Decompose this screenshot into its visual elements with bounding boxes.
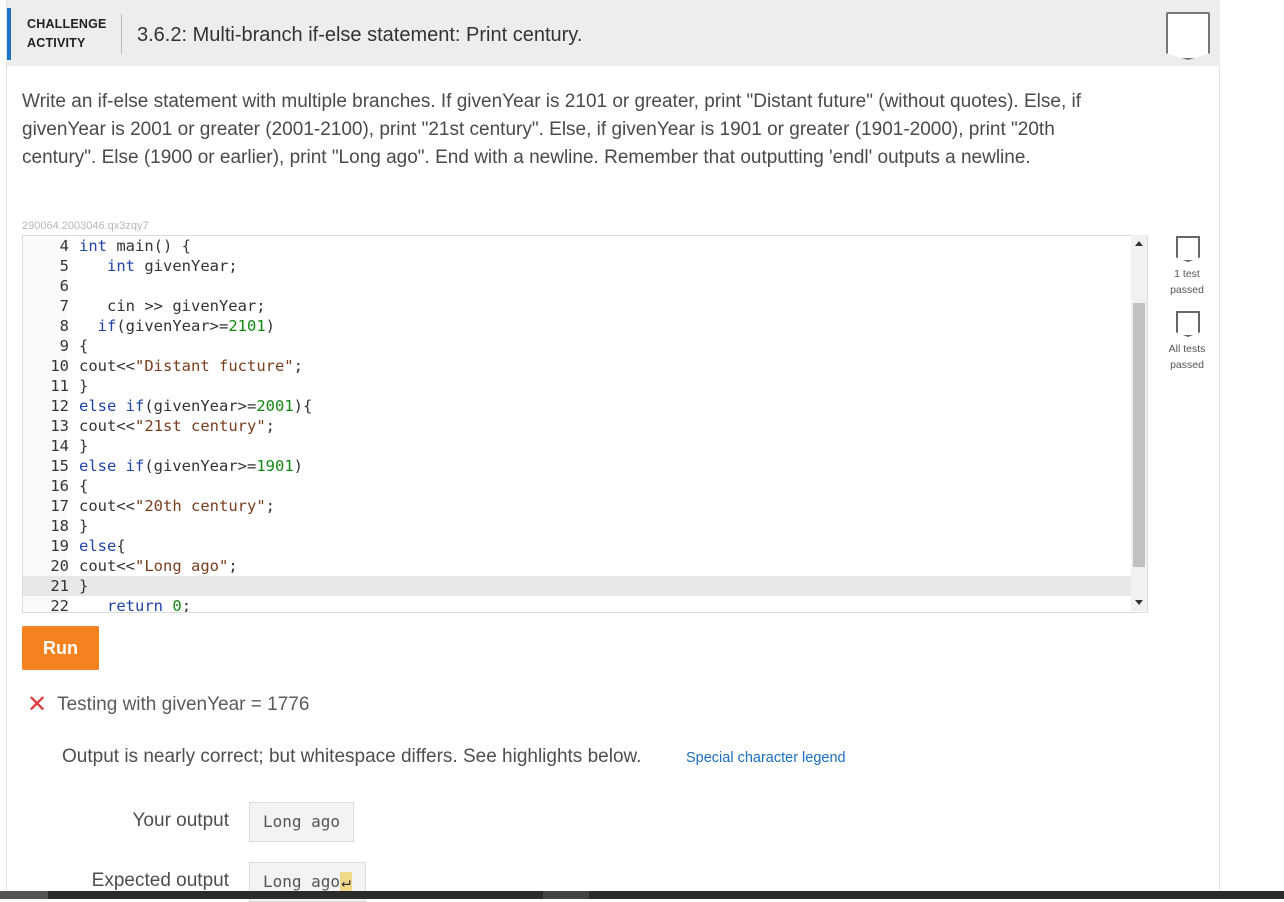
line-number: 7 bbox=[59, 297, 69, 315]
line-number: 15 bbox=[50, 457, 69, 475]
code-text[interactable]: else if(givenYear>=2001){ bbox=[79, 396, 312, 416]
code-text[interactable]: cout<<"21st century"; bbox=[79, 416, 275, 436]
line-number: 22 bbox=[50, 597, 69, 613]
code-line[interactable]: 7 cin >> givenYear; bbox=[23, 296, 1131, 316]
line-number: 4 bbox=[59, 237, 69, 255]
code-line[interactable]: 9{ bbox=[23, 336, 1131, 356]
code-line[interactable]: 10 cout<<"Distant fucture"; bbox=[23, 356, 1131, 376]
line-number: 10 bbox=[50, 357, 69, 375]
line-number: 14 bbox=[50, 437, 69, 455]
instructions-text: Write an if-else statement with multiple… bbox=[22, 91, 1081, 168]
editor-scrollbar[interactable] bbox=[1131, 235, 1147, 611]
test-result-text: Testing with givenYear = 1776 bbox=[57, 694, 310, 715]
code-text[interactable]: cout<<"20th century"; bbox=[79, 496, 275, 516]
line-number: 16 bbox=[50, 477, 69, 495]
code-text[interactable]: } bbox=[79, 376, 88, 396]
activity-type: CHALLENGE ACTIVITY bbox=[27, 15, 107, 53]
scroll-down-icon[interactable] bbox=[1135, 600, 1143, 605]
header-accent-bar bbox=[7, 8, 11, 60]
code-line[interactable]: 12 else if(givenYear>=2001){ bbox=[23, 396, 1131, 416]
x-icon: ✕ bbox=[27, 691, 48, 718]
taskbar bbox=[0, 891, 1284, 899]
code-line[interactable]: 17 cout<<"20th century"; bbox=[23, 496, 1131, 516]
line-number: 8 bbox=[59, 317, 69, 335]
completion-badge-icon bbox=[1166, 12, 1210, 60]
taskbar-item[interactable] bbox=[0, 891, 48, 899]
feedback-text: Output is nearly correct; but whitespace… bbox=[62, 746, 642, 767]
code-text[interactable]: { bbox=[79, 476, 88, 496]
activity-header: CHALLENGE ACTIVITY 3.6.2: Multi-branch i… bbox=[7, 0, 1220, 66]
line-number: 20 bbox=[50, 557, 69, 575]
code-text[interactable]: else if(givenYear>=1901) bbox=[79, 456, 303, 476]
code-line[interactable]: 21} bbox=[23, 576, 1131, 596]
code-id: 290064.2003046.qx3zqy7 bbox=[22, 220, 149, 232]
line-number: 19 bbox=[50, 537, 69, 555]
activity-title: 3.6.2: Multi-branch if-else statement: P… bbox=[137, 24, 583, 46]
code-text[interactable]: { bbox=[79, 336, 88, 356]
line-number: 13 bbox=[50, 417, 69, 435]
special-character-legend-link[interactable]: Special character legend bbox=[686, 750, 846, 766]
challenge-card: CHALLENGE ACTIVITY 3.6.2: Multi-branch i… bbox=[6, 0, 1220, 902]
code-line[interactable]: 20 cout<<"Long ago"; bbox=[23, 556, 1131, 576]
line-number: 12 bbox=[50, 397, 69, 415]
code-line[interactable]: 19 else{ bbox=[23, 536, 1131, 556]
code-line[interactable]: 13 cout<<"21st century"; bbox=[23, 416, 1131, 436]
scrollbar-thumb[interactable] bbox=[1133, 303, 1145, 567]
code-line[interactable]: 15 else if(givenYear>=1901) bbox=[23, 456, 1131, 476]
code-line[interactable]: 5 int givenYear; bbox=[23, 256, 1131, 276]
code-text[interactable]: } bbox=[79, 516, 88, 536]
all-tests-badge-icon bbox=[1176, 311, 1200, 337]
scroll-up-icon[interactable] bbox=[1135, 241, 1143, 246]
code-text[interactable]: else{ bbox=[79, 536, 126, 556]
line-number: 5 bbox=[59, 257, 69, 275]
test1-label: 1 test passed bbox=[1170, 268, 1204, 296]
code-text[interactable]: int main() { bbox=[79, 236, 191, 256]
your-output-value: Long ago bbox=[263, 812, 341, 831]
code-text[interactable]: cout<<"Distant fucture"; bbox=[79, 356, 303, 376]
expected-output-label: Expected output bbox=[91, 870, 229, 891]
activity-type-line2: ACTIVITY bbox=[27, 36, 86, 50]
code-line[interactable]: 11} bbox=[23, 376, 1131, 396]
test2-label: All tests passed bbox=[1168, 343, 1206, 371]
code-text[interactable]: cout<<"Long ago"; bbox=[79, 556, 238, 576]
line-number: 17 bbox=[50, 497, 69, 515]
your-output-label: Your output bbox=[132, 810, 230, 831]
code-text[interactable]: } bbox=[79, 576, 88, 596]
test-result: ✕ Testing with givenYear = 1776 bbox=[27, 690, 309, 719]
activity-type-line1: CHALLENGE bbox=[27, 17, 107, 31]
code-text[interactable]: int givenYear; bbox=[79, 256, 238, 276]
line-number: 21 bbox=[50, 577, 69, 595]
line-number: 9 bbox=[59, 337, 69, 355]
code-line[interactable]: 14} bbox=[23, 436, 1131, 456]
code-text[interactable]: } bbox=[79, 436, 88, 456]
line-number: 18 bbox=[50, 517, 69, 535]
line-number: 11 bbox=[50, 377, 69, 395]
code-text[interactable]: return 0; bbox=[79, 596, 191, 612]
code-line[interactable]: 16 { bbox=[23, 476, 1131, 496]
line-number: 6 bbox=[59, 277, 69, 295]
code-line[interactable]: 18} bbox=[23, 516, 1131, 536]
test-badge-icon bbox=[1176, 236, 1200, 262]
code-line[interactable]: 8 if(givenYear>=2101) bbox=[23, 316, 1131, 336]
expected-output-value: Long ago bbox=[263, 872, 341, 891]
code-line[interactable]: 6 bbox=[23, 276, 1131, 296]
newline-icon: ↵ bbox=[340, 872, 352, 891]
header-separator bbox=[121, 14, 122, 54]
taskbar-item[interactable] bbox=[543, 891, 589, 899]
run-button[interactable]: Run bbox=[22, 626, 99, 670]
code-line[interactable]: 4 int main() { bbox=[23, 236, 1131, 256]
code-text[interactable]: cin >> givenYear; bbox=[79, 296, 266, 316]
code-line[interactable]: 22 return 0; bbox=[23, 596, 1131, 613]
code-editor[interactable]: 4 int main() {5 int givenYear; 6 7 cin >> g… bbox=[22, 235, 1148, 613]
your-output-box: Long ago bbox=[249, 802, 355, 842]
code-text[interactable]: if(givenYear>=2101) bbox=[79, 316, 275, 336]
